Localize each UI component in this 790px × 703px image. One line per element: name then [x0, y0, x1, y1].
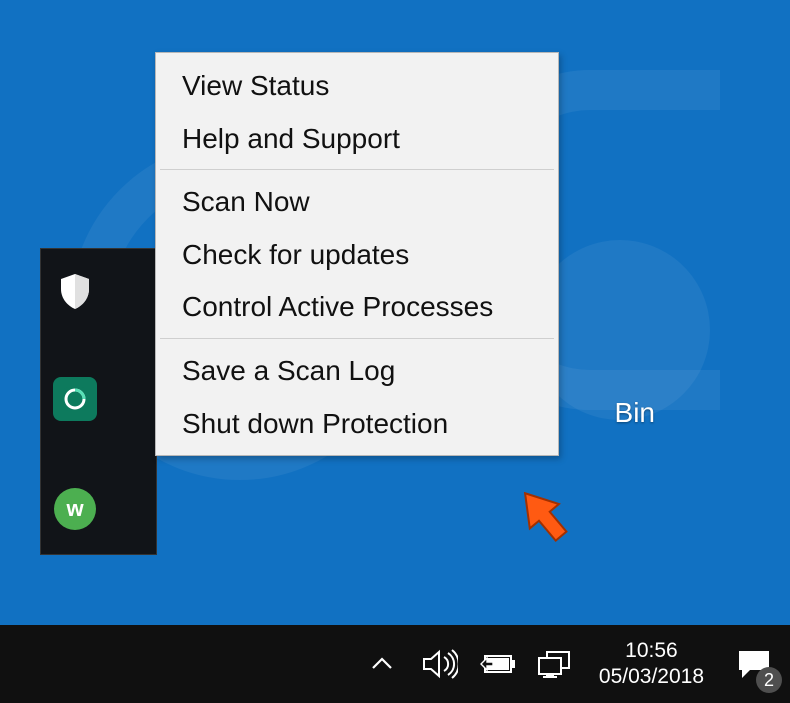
- desktop-area: w Bin View Status Help and Support Scan …: [0, 0, 790, 703]
- volume-icon[interactable]: [411, 625, 469, 703]
- recycle-bin-label: Bin: [615, 397, 655, 429]
- tray-context-menu: View Status Help and Support Scan Now Ch…: [155, 52, 559, 456]
- menu-separator: [160, 169, 554, 170]
- menu-control-processes[interactable]: Control Active Processes: [156, 280, 558, 333]
- tray-chevron-up-icon[interactable]: [353, 625, 411, 703]
- action-center-icon[interactable]: 2: [718, 625, 790, 703]
- menu-check-updates[interactable]: Check for updates: [156, 228, 558, 281]
- menu-shut-down-protection[interactable]: Shut down Protection: [156, 397, 558, 450]
- battery-icon[interactable]: [469, 625, 527, 703]
- tray-app-icon[interactable]: [53, 377, 97, 421]
- menu-scan-now[interactable]: Scan Now: [156, 175, 558, 228]
- defender-shield-icon[interactable]: [53, 269, 97, 313]
- menu-help-support[interactable]: Help and Support: [156, 112, 558, 165]
- menu-view-status[interactable]: View Status: [156, 59, 558, 112]
- tray-app-icon[interactable]: w: [53, 487, 97, 531]
- pointer-arrow-icon: [510, 482, 580, 552]
- clock-time: 10:56: [625, 638, 678, 664]
- menu-separator: [160, 338, 554, 339]
- notification-badge: 2: [756, 667, 782, 693]
- taskbar-clock[interactable]: 10:56 05/03/2018: [585, 638, 718, 691]
- network-icon[interactable]: [527, 625, 585, 703]
- tray-overflow-panel[interactable]: w: [40, 248, 157, 555]
- clock-date: 05/03/2018: [599, 664, 704, 690]
- taskbar: 10:56 05/03/2018 2: [0, 625, 790, 703]
- menu-save-scan-log[interactable]: Save a Scan Log: [156, 344, 558, 397]
